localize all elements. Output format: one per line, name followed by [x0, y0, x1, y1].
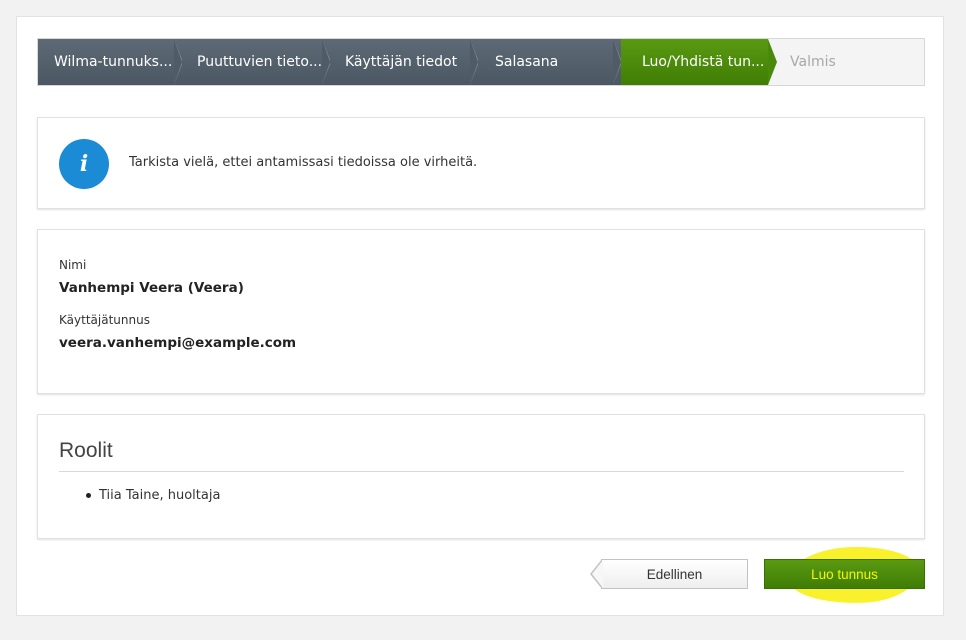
wizard-step-label: Käyttäjän tiedot [345, 54, 458, 70]
name-value: Vanhempi Veera (Veera) [59, 280, 244, 296]
role-item: Tiia Taine, huoltaja [59, 488, 220, 503]
roles-heading: Roolit [59, 439, 113, 462]
wizard-step-label: Wilma-tunnuks... [54, 54, 173, 70]
wizard-step-valmis: Valmis [768, 39, 924, 85]
create-account-button[interactable]: Luo tunnus [764, 559, 925, 589]
info-alert: i Tarkista vielä, ettei antamissasi tied… [37, 117, 925, 209]
wizard-step-luo-yhdista-tunnus[interactable]: Luo/Yhdistä tun... [621, 39, 777, 85]
bullet-icon [86, 493, 91, 498]
wizard-step-puuttuvien-tiedot[interactable]: Puuttuvien tieto... [182, 39, 331, 85]
info-message: Tarkista vielä, ettei antamissasi tiedoi… [129, 155, 478, 170]
roles-card: Roolit Tiia Taine, huoltaja [37, 414, 925, 539]
page-container: Wilma-tunnuks... Puuttuvien tieto... Käy… [16, 16, 944, 616]
roles-divider [59, 471, 904, 472]
user-details-card: Nimi Vanhempi Veera (Veera) Käyttäjätunn… [37, 229, 925, 394]
previous-button-label: Edellinen [646, 566, 703, 582]
wizard-step-label: Luo/Yhdistä tun... [642, 54, 765, 70]
role-item-label: Tiia Taine, huoltaja [99, 488, 221, 503]
wizard-steps: Wilma-tunnuks... Puuttuvien tieto... Käy… [37, 38, 925, 86]
username-value: veera.vanhempi@example.com [59, 335, 297, 351]
info-icon: i [59, 139, 109, 189]
roles-list: Tiia Taine, huoltaja [59, 488, 220, 503]
wizard-step-salasana[interactable]: Salasana [478, 39, 622, 85]
wizard-step-label: Valmis [790, 54, 836, 70]
wizard-step-label: Puuttuvien tieto... [197, 54, 323, 70]
create-account-button-label: Luo tunnus [811, 566, 878, 582]
previous-button[interactable]: Edellinen [590, 559, 748, 589]
wizard-step-kayttajan-tiedot[interactable]: Käyttäjän tiedot [330, 39, 479, 85]
name-label: Nimi [59, 258, 87, 272]
username-label: Käyttäjätunnus [59, 313, 150, 327]
wizard-step-label: Salasana [495, 54, 559, 70]
wizard-step-wilma-tunnukset[interactable]: Wilma-tunnuks... [38, 39, 183, 85]
